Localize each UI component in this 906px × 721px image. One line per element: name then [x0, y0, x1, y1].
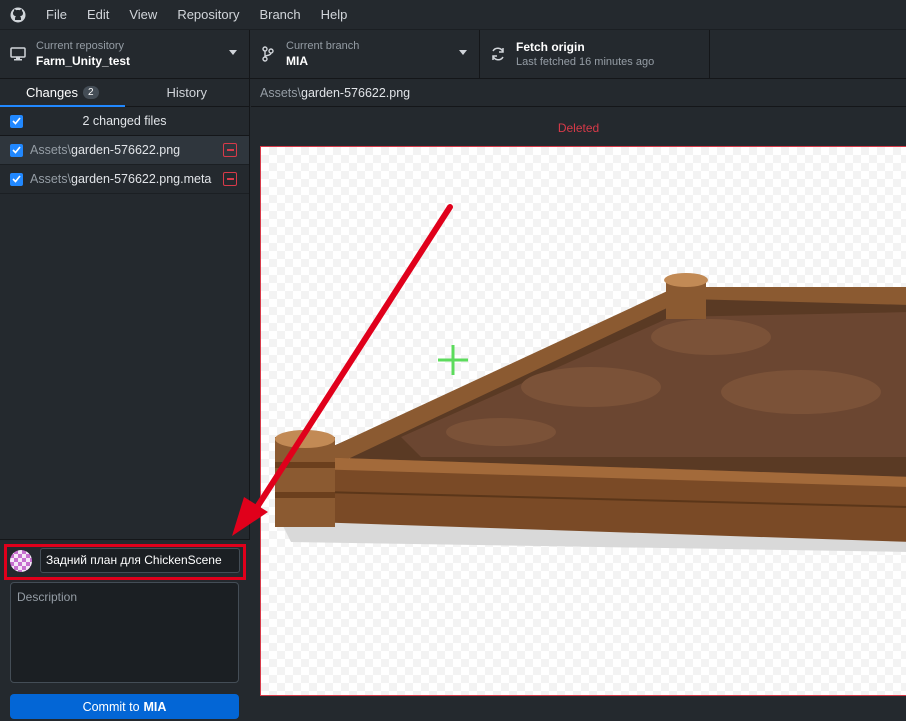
sidebar: Changes 2 History 2 changed files Assets…: [0, 79, 250, 721]
file-name: garden-576622.png.meta: [71, 172, 212, 186]
commit-summary-input[interactable]: Задний план для ChickenScene: [40, 548, 240, 573]
branch-label: Current branch: [286, 40, 360, 52]
menu-help[interactable]: Help: [311, 0, 358, 29]
tab-history[interactable]: History: [125, 79, 250, 106]
repository-name: Farm_Unity_test: [36, 54, 131, 68]
repository-label: Current repository: [36, 40, 125, 52]
chevron-down-icon: [229, 50, 237, 55]
branch-icon: [250, 46, 286, 62]
menu-repository[interactable]: Repository: [167, 0, 249, 29]
tab-changes[interactable]: Changes 2: [0, 79, 125, 107]
current-branch-button[interactable]: Current branch MIA: [250, 30, 480, 78]
deleted-status-icon: [223, 143, 237, 157]
commit-form: Задний план для ChickenScene Description…: [0, 539, 250, 721]
menu-file[interactable]: File: [36, 0, 77, 29]
changed-files-count: 2 changed files: [82, 114, 167, 128]
file-dir: Assets\: [30, 172, 71, 186]
toolbar: Current repository Farm_Unity_test Curre…: [0, 29, 906, 79]
diff-panel: Assets\ garden-576622.png Deleted: [251, 79, 906, 721]
image-preview: [260, 146, 906, 696]
tab-history-label: History: [166, 85, 207, 100]
deleted-label: Deleted: [557, 121, 600, 135]
garden-bed-image: [275, 273, 906, 552]
tab-changes-label: Changes: [25, 85, 78, 100]
sync-icon: [480, 46, 516, 62]
chevron-down-icon: [459, 50, 467, 55]
file-checkbox[interactable]: [10, 143, 23, 157]
changed-files-header: 2 changed files: [0, 107, 249, 136]
menu-branch[interactable]: Branch: [249, 0, 310, 29]
commit-button[interactable]: Commit to MIA: [10, 694, 239, 719]
file-dir: Assets\: [30, 143, 71, 157]
deleted-status-icon: [223, 172, 237, 186]
changes-count-badge: 2: [82, 86, 99, 99]
menu-bar: File Edit View Repository Branch Help: [0, 0, 906, 29]
file-checkbox[interactable]: [10, 172, 23, 186]
fetch-label: Fetch origin: [516, 40, 585, 54]
file-list-item[interactable]: Assets\garden-576622.png.meta: [0, 165, 249, 194]
github-logo-icon: [0, 7, 36, 23]
current-repository-button[interactable]: Current repository Farm_Unity_test: [0, 30, 250, 78]
desktop-icon: [0, 47, 36, 61]
diff-path-file: garden-576622.png: [301, 85, 411, 100]
branch-name: MIA: [286, 54, 308, 68]
sidebar-tabs: Changes 2 History: [0, 79, 249, 107]
commit-button-prefix: Commit to: [82, 699, 140, 714]
diff-path-dir: Assets\: [260, 85, 301, 100]
commit-description-field[interactable]: Description: [10, 582, 239, 683]
file-name: garden-576622.png: [71, 143, 181, 157]
commit-button-branch: MIA: [143, 699, 167, 714]
last-fetched-text: Last fetched 16 minutes ago: [516, 56, 655, 68]
menu-edit[interactable]: Edit: [77, 0, 119, 29]
file-list-item[interactable]: Assets\garden-576622.png: [0, 136, 249, 165]
fetch-origin-button[interactable]: Fetch origin Last fetched 16 minutes ago: [480, 30, 710, 78]
file-path-bar: Assets\ garden-576622.png: [251, 79, 906, 107]
menu-view[interactable]: View: [119, 0, 167, 29]
avatar: [10, 550, 32, 572]
